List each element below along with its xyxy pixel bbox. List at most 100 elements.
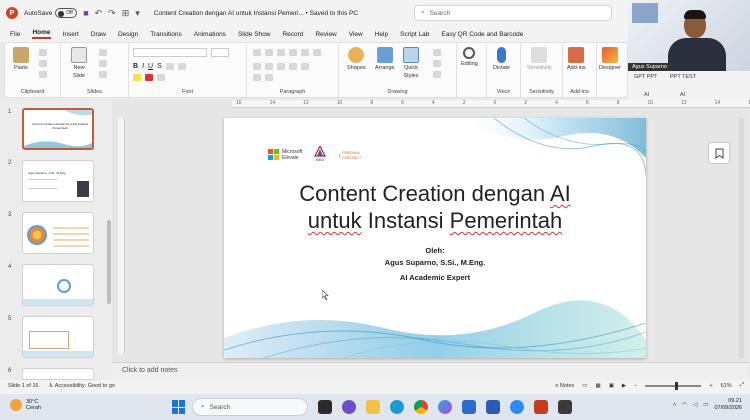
font-color-icon[interactable] xyxy=(145,74,153,81)
bold-icon[interactable]: B xyxy=(133,63,138,70)
zoom-out-icon[interactable]: − xyxy=(634,383,637,389)
tab-insert[interactable]: Insert xyxy=(63,31,79,38)
slide-sorter-icon[interactable]: ▦ xyxy=(596,383,601,389)
slide-notes-side-button[interactable] xyxy=(708,142,730,164)
customize-qat-icon[interactable]: ▾ xyxy=(135,8,140,19)
tab-transitions[interactable]: Transitions xyxy=(150,31,182,38)
tab-file[interactable]: File xyxy=(10,31,20,38)
underline-icon[interactable]: U xyxy=(148,63,153,70)
wifi-icon[interactable]: ◠ xyxy=(682,402,687,408)
slide-thumbnail-6[interactable] xyxy=(22,368,94,380)
tab-review[interactable]: Review xyxy=(315,31,336,38)
autosave-toggle[interactable]: Off xyxy=(55,8,78,18)
addins-button[interactable]: Add-ins xyxy=(567,47,586,71)
slide-thumbnail-1[interactable]: Content Creation dengan AI untuk Instans… xyxy=(22,108,94,150)
tab-easy-qr[interactable]: Easy QR Code and Barcode xyxy=(441,31,523,38)
clock[interactable]: 09.21 07/09/2026 xyxy=(714,398,742,412)
undo-icon[interactable]: ↶ xyxy=(95,8,103,19)
slide-thumbnail-2[interactable]: Agus Suparno, S.Si., M.Eng. xyxy=(22,160,94,202)
accessibility-status[interactable]: ♿ Accessibility: Good to go xyxy=(49,383,115,389)
tab-draw[interactable]: Draw xyxy=(91,31,106,38)
weather-widget[interactable]: 30°C Cerah xyxy=(10,399,41,411)
font-size-select[interactable] xyxy=(211,48,229,57)
from-beginning-icon[interactable]: ⊞ xyxy=(122,8,130,19)
align-center-icon[interactable] xyxy=(265,63,273,70)
taskbar-search[interactable]: ⌕ Search xyxy=(192,398,308,416)
bullets-icon[interactable] xyxy=(253,49,261,56)
text-direction-icon[interactable] xyxy=(301,63,309,70)
slide-canvas[interactable]: Microsoft Elevate BKD ‹ PREDIKA CONTACT xyxy=(224,118,646,358)
app-icon-extra[interactable] xyxy=(558,400,572,414)
taskview-icon[interactable] xyxy=(318,400,332,414)
shadow-icon[interactable] xyxy=(157,74,165,81)
align-right-icon[interactable] xyxy=(277,63,285,70)
copy-icon[interactable] xyxy=(39,60,47,67)
tab-script-lab[interactable]: Script Lab xyxy=(400,31,429,38)
align-text-icon[interactable] xyxy=(253,74,261,81)
shape-effects-icon[interactable] xyxy=(433,71,441,78)
section-icon[interactable] xyxy=(99,71,107,78)
shapes-button[interactable]: Shapes xyxy=(347,47,366,71)
battery-icon[interactable]: ▭ xyxy=(703,402,708,408)
slideshow-icon[interactable]: ▶ xyxy=(622,383,626,389)
redo-icon[interactable]: ↷ xyxy=(108,8,116,19)
normal-view-icon[interactable]: ▭ xyxy=(582,383,587,389)
designer-button[interactable]: Designer xyxy=(599,47,621,71)
powerpoint-taskbar-icon[interactable] xyxy=(534,400,548,414)
paste-button[interactable]: Paste xyxy=(13,47,29,71)
dictate-button[interactable]: Dictate xyxy=(493,47,510,71)
notes-toggle[interactable]: ≡ Notes xyxy=(555,383,574,389)
shape-fill-icon[interactable] xyxy=(433,49,441,56)
strikethrough-icon[interactable]: S xyxy=(157,63,162,70)
tab-animations[interactable]: Animations xyxy=(194,31,226,38)
edge-icon[interactable] xyxy=(390,400,404,414)
tab-view[interactable]: View xyxy=(349,31,363,38)
search-input[interactable]: ⌕ Search xyxy=(414,5,612,21)
new-slide-button[interactable]: New Slide xyxy=(71,47,87,79)
smartart-icon[interactable] xyxy=(265,74,273,81)
highlight-icon[interactable] xyxy=(133,74,141,81)
word-icon[interactable] xyxy=(486,400,500,414)
reset-icon[interactable] xyxy=(99,60,107,67)
author-role[interactable]: AI Academic Expert xyxy=(224,273,646,282)
save-icon[interactable]: ■ xyxy=(83,8,88,19)
line-spacing-icon[interactable] xyxy=(301,49,309,56)
slide-thumbnail-4[interactable] xyxy=(22,264,94,306)
cut-icon[interactable] xyxy=(39,49,47,56)
volume-icon[interactable]: ◁ xyxy=(693,402,697,408)
sensitivity-button[interactable]: Sensitivity xyxy=(527,47,552,71)
zoom-level[interactable]: 61% xyxy=(721,383,732,389)
italic-icon[interactable]: I xyxy=(142,63,144,70)
quick-styles-button[interactable]: Quick Styles xyxy=(403,47,419,79)
tab-gpt-ppt[interactable]: GPT PPT xyxy=(634,74,657,80)
case-icon[interactable] xyxy=(177,63,186,70)
start-button[interactable] xyxy=(172,400,186,414)
zoom-slider[interactable] xyxy=(645,381,702,390)
file-explorer-icon[interactable] xyxy=(366,400,380,414)
by-label[interactable]: Oleh: xyxy=(224,246,646,255)
tab-design[interactable]: Design xyxy=(118,31,138,38)
tab-help[interactable]: Help xyxy=(375,31,388,38)
font-family-select[interactable] xyxy=(133,48,207,57)
shape-outline-icon[interactable] xyxy=(433,60,441,67)
reading-view-icon[interactable]: ▣ xyxy=(609,383,614,389)
tab-record[interactable]: Record xyxy=(282,31,303,38)
tab-slide-show[interactable]: Slide Show xyxy=(238,31,271,38)
layout-icon[interactable] xyxy=(99,49,107,56)
slide-title[interactable]: Content Creation dengan AI untuk Instans… xyxy=(224,180,646,234)
spacing-icon[interactable] xyxy=(165,63,174,70)
numbering-icon[interactable] xyxy=(265,49,273,56)
tray-overflow-icon[interactable]: ˄ xyxy=(673,402,676,408)
slide-thumbnail-3[interactable] xyxy=(22,212,94,254)
autosave[interactable]: AutoSave Off xyxy=(24,8,78,18)
decrease-indent-icon[interactable] xyxy=(277,49,285,56)
editor-scrollbar[interactable] xyxy=(739,118,744,358)
notes-pane[interactable]: Click to add notes xyxy=(112,362,748,380)
increase-indent-icon[interactable] xyxy=(289,49,297,56)
arrange-button[interactable]: Arrange xyxy=(375,47,395,71)
zoom-slider-thumb[interactable] xyxy=(675,381,679,390)
editing-button[interactable]: Editing xyxy=(461,47,478,67)
slide-thumbnail-5[interactable] xyxy=(22,316,94,358)
zoom-app-icon[interactable] xyxy=(510,400,524,414)
format-painter-icon[interactable] xyxy=(39,71,47,78)
